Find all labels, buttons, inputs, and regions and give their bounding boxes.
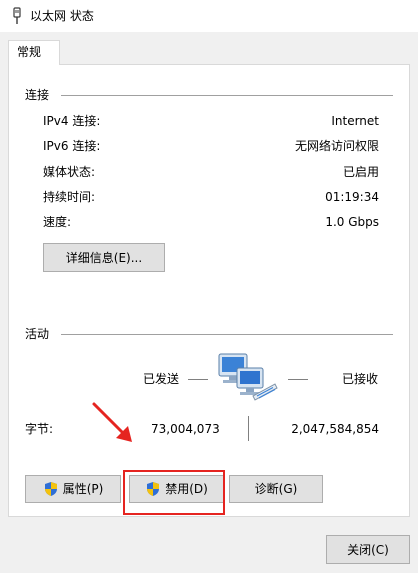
details-button-label: 详细信息(E)...: [65, 250, 143, 265]
title-bar[interactable]: 以太网 状态: [0, 0, 418, 32]
close-button-label: 关闭(C): [347, 542, 389, 557]
duration-label: 持续时间:: [43, 190, 96, 204]
general-panel: 连接 IPv4 连接: Internet IPv6 连接: 无网络访问权限 媒体…: [8, 64, 410, 517]
ethernet-icon: [13, 7, 21, 24]
bytes-received-value: 2,047,584,854: [291, 422, 379, 436]
speed-label: 速度:: [43, 215, 72, 229]
activity-group-label: 活动: [25, 326, 54, 342]
media-state-value: 已启用: [342, 165, 379, 179]
sent-label: 已发送: [143, 372, 180, 386]
ipv4-label: IPv4 连接:: [43, 114, 101, 128]
uac-shield-icon: [147, 482, 160, 496]
diagnose-button-label: 诊断(G): [254, 482, 298, 496]
ipv4-value: Internet: [331, 114, 379, 128]
disable-button-label: 禁用(D): [165, 482, 208, 496]
speed-value: 1.0 Gbps: [325, 215, 379, 229]
window-title: 以太网 状态: [30, 9, 94, 23]
received-label: 已接收: [342, 372, 379, 386]
connection-group-label: 连接: [25, 87, 54, 103]
bytes-label: 字节:: [25, 422, 54, 436]
annotation-arrow-icon: [92, 402, 132, 442]
received-dash: [288, 379, 308, 380]
ipv6-label: IPv6 连接:: [43, 139, 101, 153]
ipv6-value: 无网络访问权限: [294, 139, 379, 153]
disable-button[interactable]: 禁用(D): [129, 475, 224, 503]
diagnose-button[interactable]: 诊断(G): [229, 475, 323, 503]
properties-button[interactable]: 属性(P): [25, 475, 121, 503]
network-computers-icon: [218, 353, 278, 401]
sent-dash: [188, 379, 208, 380]
connection-divider: [61, 95, 393, 96]
duration-value: 01:19:34: [325, 190, 379, 204]
bytes-sent-value: 73,004,073: [151, 422, 220, 436]
details-button[interactable]: 详细信息(E)...: [43, 243, 165, 272]
close-button[interactable]: 关闭(C): [326, 535, 410, 564]
media-state-label: 媒体状态:: [43, 165, 96, 179]
activity-divider: [61, 334, 393, 335]
bytes-divider: [248, 416, 249, 441]
uac-shield-icon: [44, 482, 57, 496]
tab-general[interactable]: 常规: [8, 40, 60, 65]
properties-button-label: 属性(P): [62, 482, 104, 496]
